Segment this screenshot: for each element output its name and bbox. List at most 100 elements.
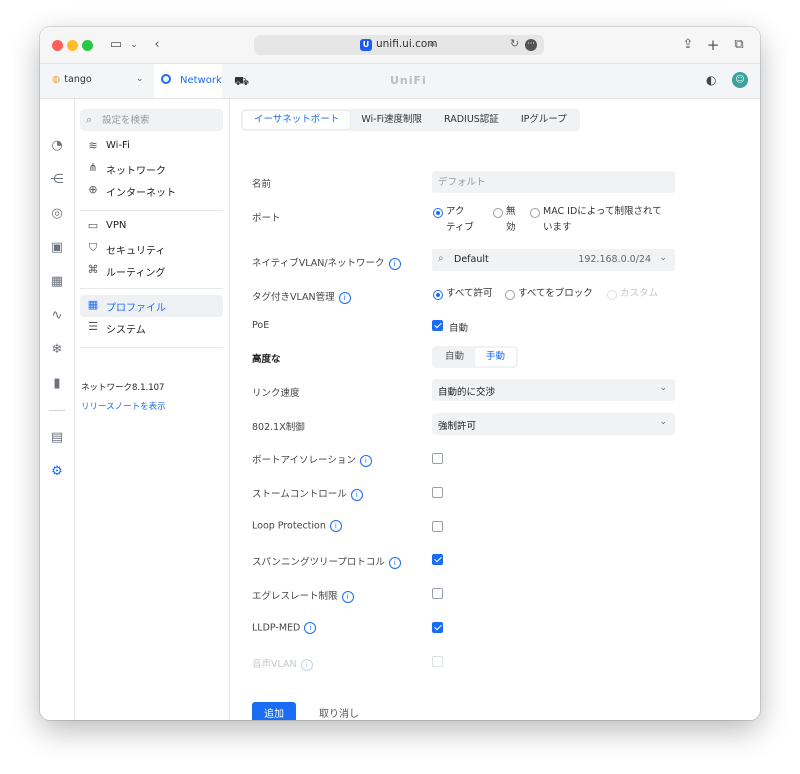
advanced-manual-option[interactable]: 手動 [475,348,517,366]
user-avatar[interactable]: ☺ [732,72,748,88]
sidebar-item-label: インターネット [106,188,176,199]
brand-logo: UniFi [390,74,427,87]
info-icon[interactable]: i [329,520,342,532]
site-favicon-icon: U [360,39,372,51]
tab-radius[interactable]: RADIUS認証 [433,111,510,129]
info-icon[interactable]: i [304,622,317,634]
site-selector[interactable]: ◍ tango ⌄ [52,74,144,85]
port-mac-restricted-radio[interactable] [530,208,540,218]
ports-icon[interactable]: ▦ [48,273,66,291]
port-isolation-checkbox[interactable] [432,453,443,464]
sidebar-item-vpn[interactable]: ▭ VPN [80,216,223,238]
devices-icon[interactable]: ◎ [48,205,66,223]
cancel-button[interactable]: 取り消し [308,702,370,720]
insights-icon[interactable]: ∿ [48,307,66,325]
link-speed-select[interactable]: 自動的に交渉 ⌄ [432,379,675,401]
lldp-med-label: LLDP-MED i [252,622,317,634]
info-icon[interactable]: i [338,291,351,304]
network-tree-icon: ⋔ [88,161,98,174]
app-nav-rail: ◔ ⋲ ◎ ▣ ▦ ∿ ❄ ▮ ▤ ⚙ [40,99,75,720]
sidebar-item-profiles[interactable]: ▦ プロファイル [80,295,223,317]
topology-icon[interactable]: ⋲ [48,171,66,189]
native-vlan-value: Default [454,254,489,265]
tagged-vlan-label: タグ付きVLAN管理 i [252,289,351,304]
share-icon[interactable]: ⇪ [680,36,696,54]
info-icon[interactable]: i [350,488,363,501]
info-icon[interactable]: i [388,556,401,569]
app-tab-network[interactable]: Network [154,64,222,98]
storm-control-checkbox[interactable] [432,487,443,498]
tab-wifi-speed-limit[interactable]: Wi-Fi速度制限 [350,111,433,129]
tagged-allow-all-radio[interactable] [433,290,443,300]
sidebar-divider [80,347,223,348]
poe-auto-checkbox[interactable] [432,320,443,331]
dashboard-icon[interactable]: ◔ [48,137,66,155]
info-icon[interactable]: i [388,257,401,270]
chevron-down-icon: ⌄ [659,417,667,427]
tagged-custom-label: カスタム [620,288,659,299]
security-icon[interactable]: ❄ [48,341,66,359]
info-icon: i [300,658,313,671]
voice-vlan-checkbox [432,656,443,667]
logs-icon[interactable]: ▤ [48,429,66,447]
chevron-down-icon[interactable]: ⌄ [128,36,140,54]
link-speed-value: 自動的に交渉 [438,387,496,398]
tagged-custom-radio[interactable] [607,290,617,300]
shield-icon: ⛉ [88,241,98,254]
statistics-icon[interactable]: ▮ [48,375,66,393]
sidebar-item-networks[interactable]: ⋔ ネットワーク [80,158,223,180]
name-input[interactable] [438,174,666,190]
native-vlan-text: ネイティブVLAN/ネットワーク [252,258,385,269]
sidebar-item-wifi[interactable]: ≋ Wi-Fi [80,136,223,158]
port-mac-restricted-label: MAC IDによって制限されて います [543,206,662,233]
dot1x-select[interactable]: 強制許可 ⌄ [432,413,675,435]
settings-search[interactable]: ⌕ [80,109,223,131]
new-tab-icon[interactable]: + [705,36,721,54]
port-disabled-radio[interactable] [493,208,503,218]
browser-titlebar: ▭ ⌄ ‹ U unifi.ui.com 🔒︎ ↻ ··· ⇪ + ⧉ [40,27,760,64]
globe-icon: ⊕ [88,183,98,196]
name-field[interactable] [432,171,675,193]
sidebar-item-label: セキュリティ [106,246,166,257]
tab-ip-groups[interactable]: IPグループ [510,111,578,129]
link-speed-label: リンク速度 [252,388,300,399]
release-notes-link[interactable]: リリースノートを表示 [81,400,166,412]
gateway-device-icon[interactable]: ⛟ [234,74,249,90]
sidebar-item-label: Wi-Fi [106,140,130,151]
clients-icon[interactable]: ▣ [48,239,66,257]
tab-ethernet-ports[interactable]: イーサネットポート [243,111,351,129]
zoom-window-button[interactable] [82,40,93,51]
settings-gear-icon[interactable]: ⚙ [48,463,66,481]
egress-rate-checkbox[interactable] [432,588,443,599]
more-options-icon[interactable]: ··· [525,39,537,51]
theme-toggle-icon[interactable]: ◐ [706,73,716,87]
add-button[interactable]: 追加 [252,702,296,720]
native-vlan-select[interactable]: ⌕ Default 192.168.0.0/24 ⌄ [432,249,675,271]
tagged-block-all-radio[interactable] [505,290,515,300]
back-arrow-icon[interactable]: ‹ [150,36,164,54]
site-name: tango [64,74,92,85]
sidebar-item-internet[interactable]: ⊕ インターネット [80,180,223,202]
sidebar-item-label: プロファイル [106,303,166,314]
reload-icon[interactable]: ↻ [510,37,519,50]
sidebar-item-routing[interactable]: ⌘ ルーティング [80,260,223,282]
minimize-window-button[interactable] [67,40,78,51]
stp-checkbox[interactable] [432,554,443,565]
port-active-radio[interactable] [433,208,443,218]
loop-protection-checkbox[interactable] [432,521,443,532]
tab-overview-icon[interactable]: ⧉ [731,36,747,54]
advanced-mode-toggle: 自動 手動 [432,346,519,368]
sidebar-toggle-icon[interactable]: ▭ [108,36,124,54]
profile-form-panel: イーサネットポート Wi-Fi速度制限 RADIUS認証 IPグループ 名前 ポ… [230,99,760,720]
advanced-auto-option[interactable]: 自動 [434,348,475,366]
info-icon[interactable]: i [341,590,354,603]
info-icon[interactable]: i [359,454,372,467]
sidebar-item-system[interactable]: ☰ システム [80,317,223,339]
lldp-med-checkbox[interactable] [432,622,443,633]
close-window-button[interactable] [52,40,63,51]
chevron-down-icon: ⌄ [659,253,667,263]
sidebar-item-security[interactable]: ⛉ セキュリティ [80,238,223,260]
address-bar[interactable]: U unifi.ui.com 🔒︎ ↻ ··· [254,35,544,55]
port-label: ポート [252,213,281,224]
settings-search-input[interactable] [102,112,217,128]
